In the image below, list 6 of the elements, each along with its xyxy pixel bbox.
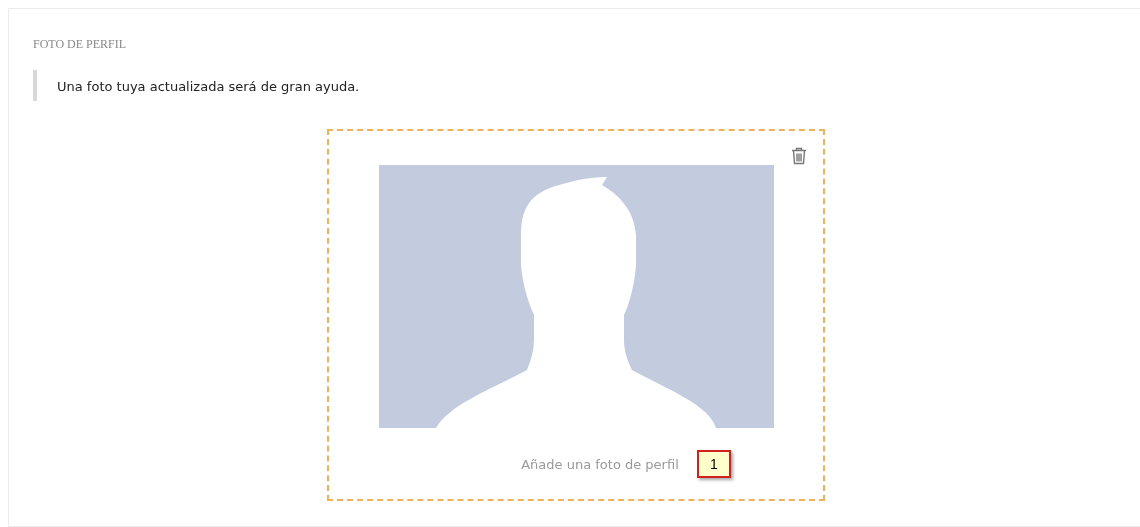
trash-icon[interactable]	[791, 147, 807, 165]
hint-text: Una foto tuya actualizada será de gran ayuda.	[57, 79, 360, 94]
section-title: FOTO DE PERFIL	[33, 37, 127, 52]
callout-badge: 1	[696, 450, 731, 478]
upload-caption: Añade una foto de perfil	[521, 456, 679, 472]
upload-dropzone[interactable]: Añade una foto de perfil 1	[327, 129, 825, 501]
